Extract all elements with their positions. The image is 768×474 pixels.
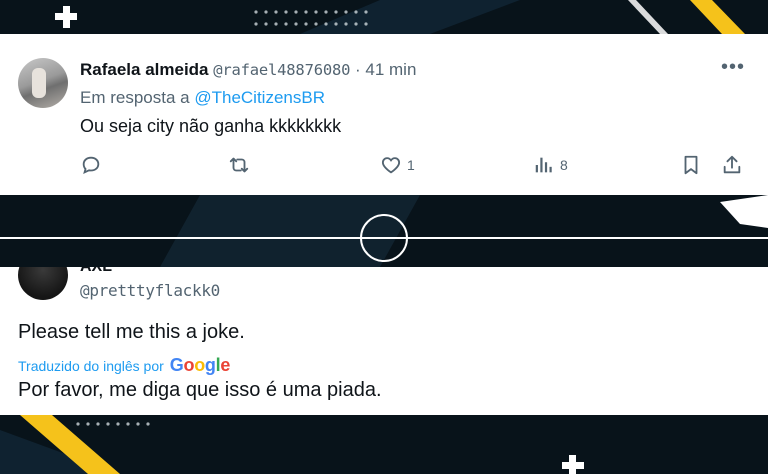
- tweet-card-reply[interactable]: Rafaela almeida @rafael48876080 · 41 min…: [0, 34, 768, 195]
- share-button[interactable]: [721, 154, 743, 176]
- bookmark-button[interactable]: [680, 154, 702, 176]
- bookmark-icon: [684, 155, 698, 175]
- translated-text: Por favor, me diga que isso é uma piada.: [18, 379, 382, 401]
- reply-context: Em resposta a @TheCitizensBR: [80, 88, 325, 108]
- reply-icon: [82, 156, 100, 174]
- translated-label: Traduzido do inglês por: [18, 358, 164, 374]
- heart-icon: [381, 157, 401, 174]
- retweet-icon: [229, 157, 249, 173]
- separator-dot: ·: [354, 60, 361, 79]
- google-logo: Google: [169, 355, 231, 375]
- views-count: 8: [560, 157, 568, 173]
- like-count: 1: [407, 157, 415, 173]
- tweet-card-translated[interactable]: AXL @pretttyflackk0 Please tell me this …: [0, 267, 768, 415]
- reply-mention-link[interactable]: @TheCitizensBR: [194, 88, 325, 107]
- reply-button[interactable]: [80, 154, 102, 176]
- views-icon: [535, 157, 552, 173]
- avatar[interactable]: [18, 267, 68, 300]
- tweet-text: Ou seja city não ganha kkkkkkkk: [80, 116, 342, 136]
- translation-attribution[interactable]: Traduzido do inglês por Google: [18, 355, 230, 376]
- author-handle[interactable]: @rafael48876080: [213, 61, 350, 79]
- author-handle[interactable]: @pretttyflackk0: [80, 281, 220, 300]
- avatar[interactable]: [18, 58, 68, 108]
- like-button[interactable]: 1: [380, 154, 415, 176]
- more-options-icon[interactable]: •••: [721, 56, 745, 79]
- reply-prefix: Em resposta a: [80, 88, 190, 107]
- tweet-header: Rafaela almeida @rafael48876080 · 41 min: [80, 60, 416, 80]
- center-circle: [360, 214, 408, 262]
- retweet-button[interactable]: [228, 154, 250, 176]
- share-icon: [723, 155, 741, 174]
- author-name[interactable]: Rafaela almeida: [80, 60, 209, 79]
- views-button[interactable]: 8: [533, 154, 568, 176]
- timestamp[interactable]: 41 min: [365, 60, 416, 79]
- author-name[interactable]: AXL: [80, 267, 112, 276]
- tweet-text: Please tell me this a joke.: [18, 321, 245, 343]
